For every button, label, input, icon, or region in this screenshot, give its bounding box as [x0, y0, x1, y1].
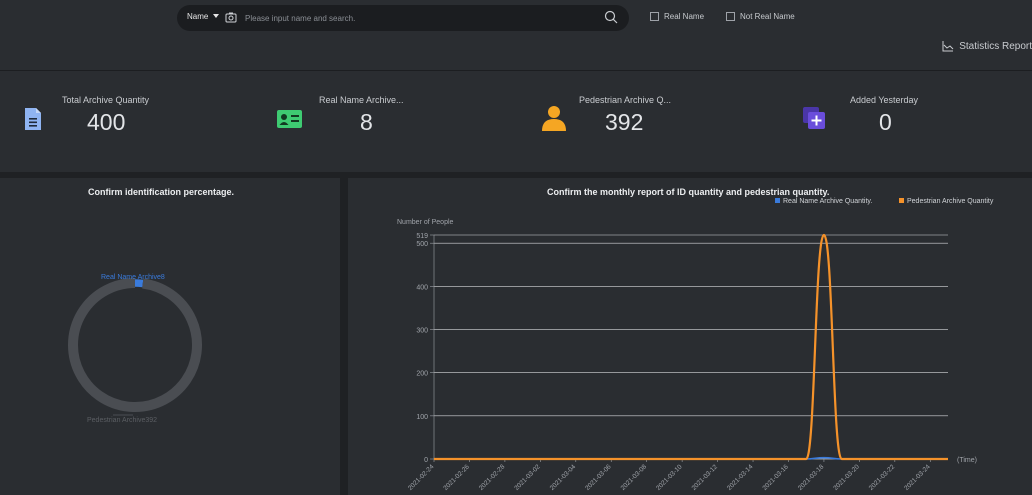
monthly-report-panel: Confirm the monthly report of ID quantit… — [348, 178, 1032, 495]
line-chart: 01002003004005005192021-02-24 2021-02-26 2… — [397, 198, 994, 492]
card-label: Pedestrian Archive Q... — [579, 95, 672, 105]
legend[interactable]: Real Name Archive Quantity. Pedestrian A… — [775, 198, 994, 205]
series-line-pedestrian-archive[interactable] — [434, 233, 948, 461]
card-label: Real Name Archive... — [319, 95, 404, 105]
chart-icon — [942, 41, 954, 52]
y-tick-label: 300 — [416, 328, 428, 335]
pie-slice-pedestrian-archive[interactable] — [68, 278, 202, 412]
x-axis-title: (Time) — [957, 457, 977, 464]
card-added-yesterday: Added Yesterday 0 — [780, 71, 1032, 173]
real-name-checkbox[interactable]: Real Name — [650, 12, 704, 21]
legend-swatch-real-name — [775, 198, 780, 203]
camera-icon[interactable] — [225, 12, 237, 23]
checkbox-box[interactable] — [650, 12, 659, 21]
legend-label-pedestrian: Pedestrian Archive Quantity — [907, 198, 994, 205]
top-toolbar: Name Real Name Not Real Name Statistics … — [0, 0, 1032, 70]
summary-cards: Total Archive Quantity 400 Real Name Arc… — [0, 70, 1032, 172]
legend-label-real-name: Real Name Archive Quantity. — [783, 198, 872, 205]
legend-swatch-pedestrian — [899, 198, 904, 203]
x-tick-label: 2021-03-04 — [549, 463, 578, 492]
card-value: 8 — [360, 109, 373, 135]
card-value: 392 — [605, 109, 644, 135]
y-tick-label: 400 — [416, 284, 428, 291]
identification-percentage-panel: Confirm identification percentage. Real … — [0, 178, 340, 495]
y-axis-title: Number of People — [397, 219, 454, 226]
statistics-report-button[interactable]: Statistics Report — [942, 41, 1032, 52]
search-input[interactable] — [245, 10, 585, 26]
document-icon — [25, 108, 41, 130]
search-bar: Name — [177, 5, 629, 31]
card-pedestrian-archive: Pedestrian Archive Q... 392 — [520, 71, 780, 173]
x-tick-label: 2021-03-08 — [620, 463, 649, 492]
slice-label-pedestrian: Pedestrian Archive392 — [87, 417, 157, 424]
id-card-icon — [277, 110, 302, 128]
x-tick-label: 2021-03-14 — [726, 463, 755, 492]
statistics-report-label: Statistics Report — [959, 41, 1032, 52]
donut-chart: Real Name Archive8 Pedestrian Archive392 — [68, 274, 202, 424]
y-tick-label: 519 — [416, 233, 428, 240]
checkbox-box[interactable] — [726, 12, 735, 21]
x-tick-label: 2021-03-20 — [832, 463, 861, 492]
x-tick-label: 2021-03-24 — [903, 463, 932, 492]
card-real-name-archive: Real Name Archive... 8 — [260, 71, 520, 173]
x-tick-label: 2021-02-28 — [478, 463, 507, 492]
not-real-name-checkbox[interactable]: Not Real Name — [726, 12, 795, 21]
search-mode-select[interactable]: Name — [187, 12, 208, 21]
x-tick-label: 2021-03-16 — [761, 463, 790, 492]
slice-label-real-name: Real Name Archive8 — [101, 274, 165, 281]
search-icon[interactable] — [604, 10, 618, 24]
x-tick-label: 2021-03-18 — [797, 463, 826, 492]
y-tick-label: 200 — [416, 371, 428, 378]
x-tick-label: 2021-03-12 — [691, 463, 720, 492]
x-tick-label: 2021-03-22 — [868, 463, 897, 492]
card-value: 0 — [879, 109, 892, 135]
person-icon — [542, 106, 566, 131]
chevron-down-icon[interactable] — [213, 14, 219, 18]
card-label: Total Archive Quantity — [62, 95, 150, 105]
card-label: Added Yesterday — [850, 95, 919, 105]
x-tick-label: 2021-02-26 — [442, 463, 471, 492]
y-tick-label: 500 — [416, 241, 428, 248]
not-real-name-label: Not Real Name — [740, 12, 795, 21]
x-tick-label: 2021-03-06 — [584, 463, 613, 492]
x-tick-label: 2021-03-10 — [655, 463, 684, 492]
y-tick-label: 0 — [424, 457, 428, 464]
card-value: 400 — [87, 109, 126, 135]
add-layers-icon — [803, 107, 825, 129]
card-total-archive: Total Archive Quantity 400 — [0, 71, 260, 173]
x-tick-label: 2021-02-24 — [407, 463, 436, 492]
x-tick-label: 2021-03-02 — [513, 463, 542, 492]
real-name-label: Real Name — [664, 12, 705, 21]
y-tick-label: 100 — [416, 414, 428, 421]
